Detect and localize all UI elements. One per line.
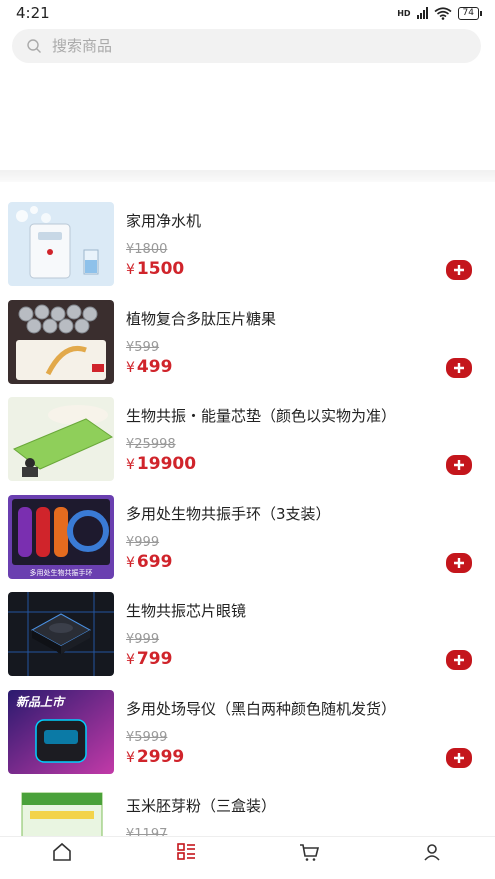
search-bar[interactable] xyxy=(12,29,481,63)
tab-category[interactable] xyxy=(156,839,216,865)
tab-user[interactable] xyxy=(403,839,463,865)
product-name[interactable]: 植物复合多肽压片糖果 xyxy=(126,308,276,329)
add-to-cart-button[interactable] xyxy=(446,650,472,670)
product-item[interactable]: 家用净水机 ¥1800 ¥1500 xyxy=(0,196,495,294)
add-to-cart-button[interactable] xyxy=(446,357,472,378)
banner-area xyxy=(0,66,495,170)
product-item[interactable]: 多用处生物共振手环 多用处生物共振手环（3支装） ¥999 ¥699 xyxy=(0,489,495,587)
plus-icon xyxy=(454,362,464,373)
wifi-icon xyxy=(434,6,452,20)
user-icon xyxy=(424,843,440,861)
signal-icon xyxy=(416,7,428,19)
category-icon xyxy=(176,842,195,860)
add-to-cart-button[interactable] xyxy=(446,552,472,573)
plus-icon xyxy=(454,752,464,763)
plus-icon xyxy=(454,655,464,665)
product-old-price: ¥999 xyxy=(126,534,160,550)
product-old-price: ¥25998 xyxy=(126,437,176,452)
status-time: 4:21 xyxy=(16,4,50,22)
add-to-cart-button[interactable] xyxy=(446,455,472,475)
product-price: ¥699 xyxy=(126,551,173,572)
cart-icon xyxy=(300,843,320,861)
product-name[interactable]: 多用处生物共振手环（3支装） xyxy=(126,503,331,524)
water-purifier-icon xyxy=(8,202,114,286)
product-old-price: ¥599 xyxy=(126,339,160,355)
product-price: ¥799 xyxy=(126,649,173,669)
chip-glasses-icon xyxy=(8,592,114,676)
product-price: ¥1500 xyxy=(126,259,185,279)
battery-icon: 74 xyxy=(457,6,483,20)
product-list: 家用净水机 ¥1800 ¥1500 植物复合多肽压片糖果 ¥599 ¥499 生… xyxy=(0,196,495,879)
add-to-cart-button[interactable] xyxy=(446,747,472,768)
bracelets-icon: 多用处生物共振手环 xyxy=(8,494,114,579)
product-thumbnail[interactable] xyxy=(8,202,114,286)
product-old-price: ¥5999 xyxy=(126,729,168,745)
product-price: ¥499 xyxy=(126,356,173,377)
candy-tablets-icon xyxy=(8,299,114,384)
product-name[interactable]: 生物共振・能量芯垫（颜色以实物为准） xyxy=(126,405,396,426)
product-thumbnail[interactable]: 新品上市 xyxy=(8,689,114,774)
energy-mat-icon xyxy=(8,397,114,481)
section-divider xyxy=(0,170,495,182)
product-price: ¥2999 xyxy=(126,746,185,767)
product-thumbnail[interactable]: 多用处生物共振手环 xyxy=(8,494,114,579)
product-item[interactable]: 新品上市 多用处场导仪（黑白两种颜色随机发货） ¥5999 ¥2999 xyxy=(0,684,495,782)
search-icon xyxy=(27,39,41,53)
product-thumbnail[interactable] xyxy=(8,299,114,384)
tab-home[interactable] xyxy=(32,839,92,865)
product-name[interactable]: 玉米胚芽粉（三盒装） xyxy=(126,795,276,816)
tab-cart[interactable] xyxy=(279,839,339,865)
status-bar: 4:21 HD 74 xyxy=(0,0,495,26)
product-item[interactable]: 生物共振・能量芯垫（颜色以实物为准） ¥25998 ¥19900 xyxy=(0,391,495,489)
product-old-price: ¥1800 xyxy=(126,242,168,257)
product-item[interactable]: 植物复合多肽压片糖果 ¥599 ¥499 xyxy=(0,294,495,392)
bottom-tab-bar xyxy=(0,836,495,866)
plus-icon xyxy=(454,557,464,568)
plus-icon xyxy=(454,460,464,470)
home-icon xyxy=(53,842,71,861)
add-to-cart-button[interactable] xyxy=(446,260,472,280)
product-item[interactable]: 生物共振芯片眼镜 ¥999 ¥799 xyxy=(0,586,495,684)
product-name[interactable]: 生物共振芯片眼镜 xyxy=(126,600,246,621)
status-icons: HD 74 xyxy=(397,6,483,20)
product-price: ¥19900 xyxy=(126,454,197,474)
product-old-price: ¥999 xyxy=(126,632,160,647)
product-name[interactable]: 多用处场导仪（黑白两种颜色随机发货） xyxy=(126,698,396,719)
network-type-label: HD xyxy=(397,8,411,18)
field-device-icon: 新品上市 xyxy=(8,689,114,774)
product-name[interactable]: 家用净水机 xyxy=(126,210,201,231)
product-thumbnail[interactable] xyxy=(8,397,114,481)
product-thumbnail[interactable] xyxy=(8,592,114,676)
plus-icon xyxy=(454,265,464,275)
thumb-caption: 多用处生物共振手环 xyxy=(30,568,93,577)
thumb-caption: 新品上市 xyxy=(16,695,66,709)
search-input[interactable] xyxy=(50,36,434,56)
